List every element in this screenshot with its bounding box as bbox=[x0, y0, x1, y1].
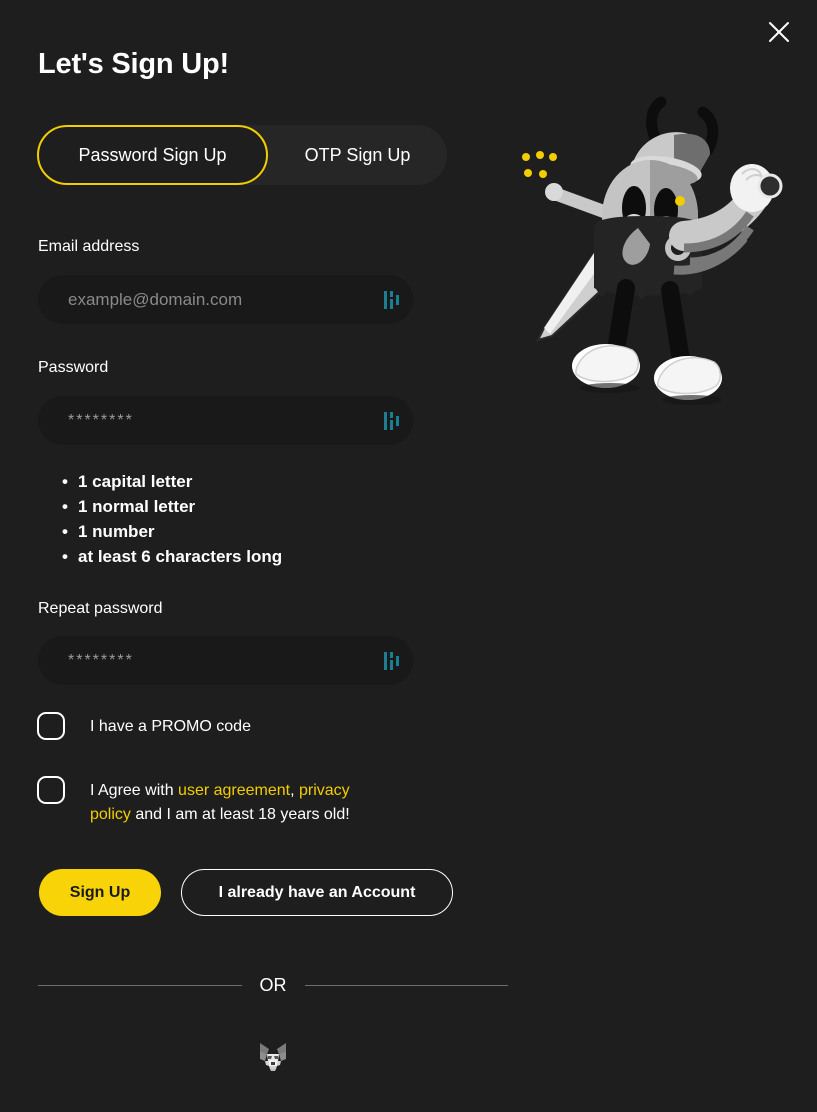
promo-code-label: I have a PROMO code bbox=[90, 718, 251, 735]
existing-account-button-label: I already have an Account bbox=[218, 883, 416, 901]
password-field[interactable] bbox=[38, 396, 413, 445]
sign-up-button[interactable]: Sign Up bbox=[39, 869, 161, 916]
close-icon bbox=[767, 20, 791, 44]
agreement-row[interactable]: I Agree with user agreement, privacy pol… bbox=[37, 776, 390, 827]
password-manager-icon[interactable] bbox=[379, 407, 405, 435]
signup-mode-tabs: Password Sign Up OTP Sign Up bbox=[37, 125, 447, 185]
agreement-suffix: and I am at least 18 years old! bbox=[130, 806, 350, 823]
promo-code-row[interactable]: I have a PROMO code bbox=[37, 712, 251, 740]
repeat-password-input[interactable] bbox=[68, 651, 379, 670]
divider-line-left bbox=[38, 985, 242, 986]
repeat-password-field[interactable] bbox=[38, 636, 413, 685]
tab-password-sign-up-label: Password Sign Up bbox=[78, 144, 227, 165]
password-requirements: 1 capital letter 1 normal letter 1 numbe… bbox=[62, 469, 282, 569]
agreement-label: I Agree with user agreement, privacy pol… bbox=[90, 776, 390, 827]
mascot-character bbox=[498, 88, 798, 413]
password-input[interactable] bbox=[68, 411, 379, 430]
existing-account-button[interactable]: I already have an Account bbox=[181, 869, 453, 916]
repeat-password-label: Repeat password bbox=[38, 600, 163, 617]
list-item: 1 capital letter bbox=[62, 469, 282, 494]
password-manager-icon[interactable] bbox=[379, 647, 405, 675]
email-label: Email address bbox=[38, 238, 140, 255]
promo-code-checkbox[interactable] bbox=[37, 712, 65, 740]
agreement-separator: , bbox=[290, 782, 299, 799]
password-manager-icon[interactable] bbox=[379, 286, 405, 314]
page-title: Let's Sign Up! bbox=[38, 48, 229, 80]
email-field[interactable] bbox=[38, 275, 413, 324]
metamask-icon[interactable] bbox=[256, 1039, 290, 1073]
divider-line-right bbox=[304, 985, 508, 986]
sign-up-button-label: Sign Up bbox=[69, 883, 131, 901]
tab-password-sign-up[interactable]: Password Sign Up bbox=[37, 125, 268, 185]
agreement-checkbox[interactable] bbox=[37, 776, 65, 804]
signup-modal: Let's Sign Up! Password Sign Up OTP Sign… bbox=[0, 0, 817, 1112]
user-agreement-link[interactable]: user agreement bbox=[178, 782, 290, 799]
email-input[interactable] bbox=[68, 289, 379, 310]
close-button[interactable] bbox=[758, 11, 800, 53]
divider-label: OR bbox=[259, 975, 287, 995]
list-item: at least 6 characters long bbox=[62, 544, 282, 569]
password-label: Password bbox=[38, 359, 109, 376]
agreement-prefix: I Agree with bbox=[90, 782, 179, 799]
tab-otp-sign-up[interactable]: OTP Sign Up bbox=[268, 125, 447, 185]
list-item: 1 normal letter bbox=[62, 494, 282, 519]
tab-otp-sign-up-label: OTP Sign Up bbox=[304, 144, 411, 165]
or-divider: OR bbox=[38, 975, 508, 996]
list-item: 1 number bbox=[62, 519, 282, 544]
